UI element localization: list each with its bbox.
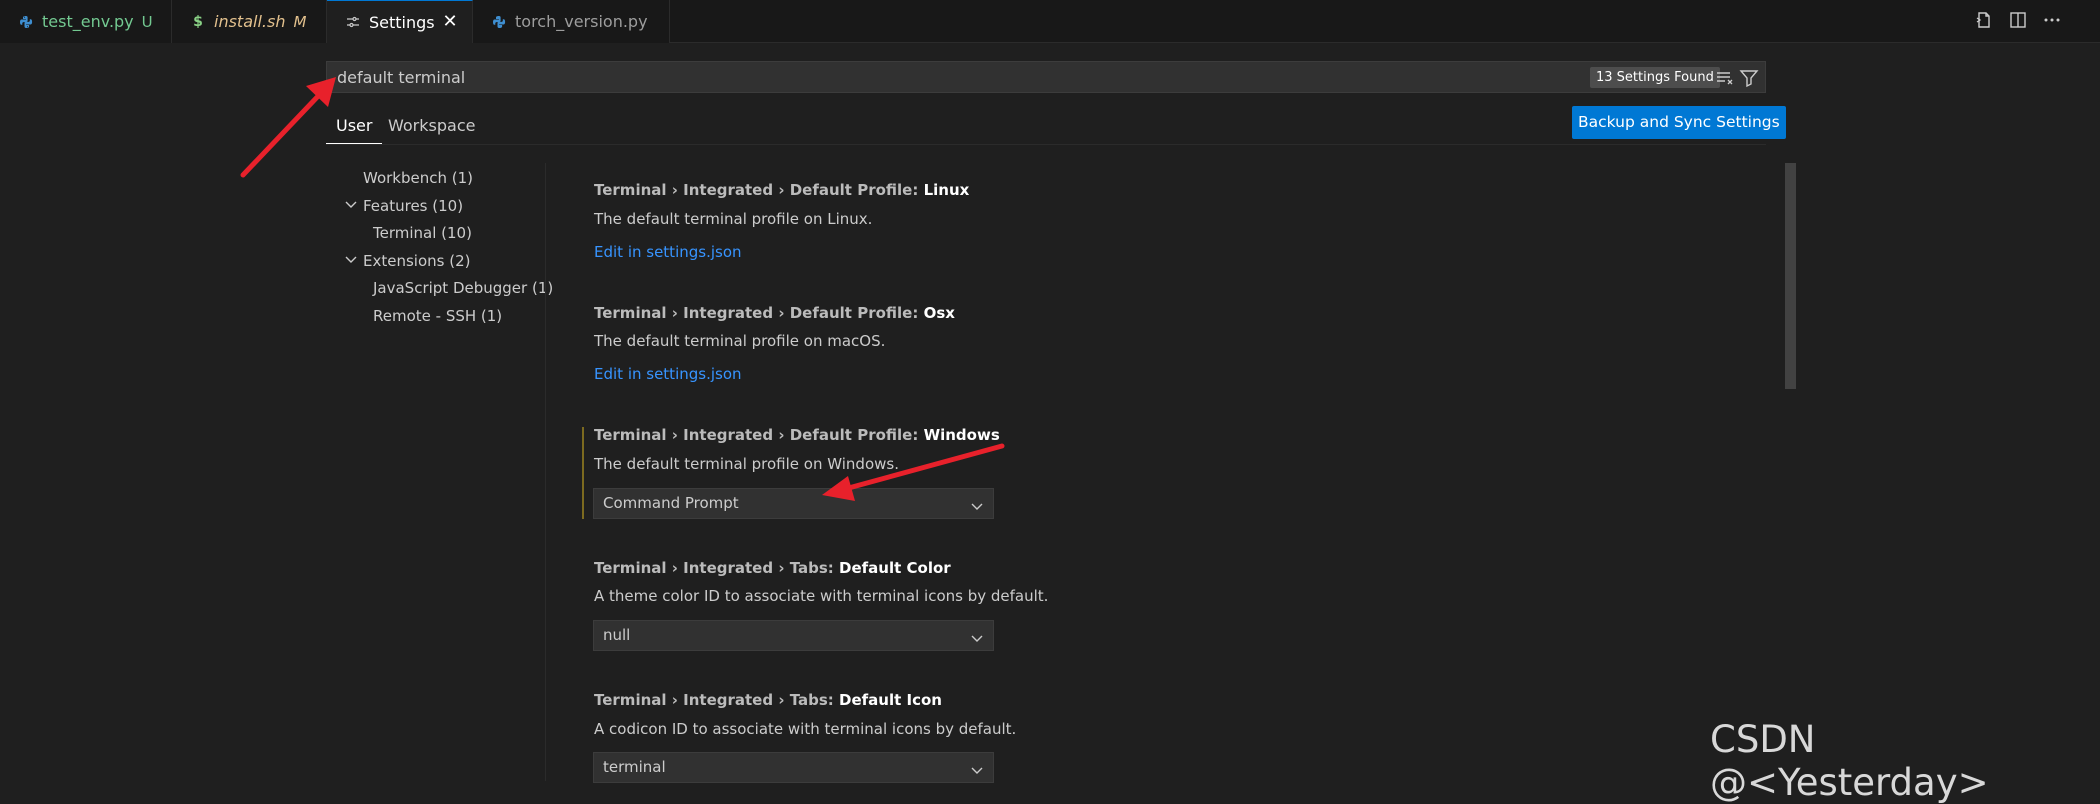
- chevron-down-icon: [969, 496, 985, 512]
- filter-icon[interactable]: [1739, 68, 1759, 88]
- modified-badge: M: [293, 12, 307, 31]
- setting-title: Terminal › Integrated › Tabs: Default Co…: [594, 559, 951, 577]
- toc-item-extensions[interactable]: Extensions (2): [363, 250, 470, 272]
- setting-category: Terminal › Integrated › Default Profile:: [594, 426, 924, 444]
- tab-install-sh[interactable]: $ install.sh M: [172, 0, 327, 43]
- settings-search-input[interactable]: [335, 62, 1535, 92]
- setting-title: Terminal › Integrated › Default Profile:…: [594, 426, 1000, 444]
- setting-description: A theme color ID to associate with termi…: [594, 587, 1049, 605]
- setting-category: Terminal › Integrated › Tabs:: [594, 559, 840, 577]
- select-value: Command Prompt: [603, 494, 739, 512]
- setting-key: Default Icon: [839, 691, 942, 709]
- default-profile-windows-select[interactable]: Command Prompt: [593, 488, 994, 519]
- clear-filter-icon[interactable]: [1715, 68, 1735, 88]
- setting-description: The default terminal profile on macOS.: [594, 332, 886, 350]
- setting-key: Osx: [923, 304, 955, 322]
- toc-item-terminal[interactable]: Terminal (10): [373, 222, 472, 244]
- split-editor-icon[interactable]: [2008, 10, 2028, 30]
- toc-item-javascript-debugger[interactable]: JavaScript Debugger (1): [373, 277, 553, 299]
- edit-in-settings-json-link[interactable]: Edit in settings.json: [594, 365, 742, 383]
- setting-title: Terminal › Integrated › Default Profile:…: [594, 304, 955, 322]
- tab-label: Settings: [369, 12, 435, 32]
- toc-item-workbench[interactable]: Workbench (1): [363, 167, 473, 189]
- scrollbar-thumb[interactable]: [1785, 163, 1796, 389]
- select-value: null: [603, 626, 631, 644]
- toc-divider: [545, 163, 546, 781]
- chevron-down-icon: [969, 628, 985, 644]
- editor-tab-bar: test_env.py U $ install.sh M Settings ✕ …: [0, 0, 2100, 43]
- scope-divider: [326, 144, 1766, 145]
- settings-icon: [345, 14, 361, 30]
- setting-key: Windows: [923, 426, 1000, 444]
- chevron-down-icon[interactable]: [343, 197, 359, 213]
- untracked-badge: U: [141, 12, 153, 31]
- more-actions-icon[interactable]: [2042, 10, 2062, 30]
- toc-item-features[interactable]: Features (10): [363, 195, 463, 217]
- tab-label: torch_version.py: [515, 12, 648, 31]
- editor-actions: [1974, 10, 2062, 30]
- chevron-down-icon[interactable]: [343, 252, 359, 268]
- tab-label: install.sh: [214, 12, 286, 31]
- setting-description: The default terminal profile on Windows.: [594, 455, 899, 473]
- tab-label: test_env.py: [42, 12, 134, 31]
- default-icon-select[interactable]: terminal: [593, 752, 994, 783]
- open-settings-json-icon[interactable]: [1974, 10, 1994, 30]
- toc-item-remote-ssh[interactable]: Remote - SSH (1): [373, 305, 502, 327]
- setting-category: Terminal › Integrated › Default Profile:: [594, 181, 924, 199]
- setting-key: Linux: [923, 181, 970, 199]
- modified-indicator: [582, 427, 584, 519]
- tab-settings[interactable]: Settings ✕: [327, 0, 473, 43]
- python-icon: [491, 14, 507, 30]
- backup-and-sync-button[interactable]: Backup and Sync Settings: [1572, 106, 1786, 139]
- setting-description: The default terminal profile on Linux.: [594, 210, 873, 228]
- annotation-arrow-search: [240, 77, 336, 178]
- setting-category: Terminal › Integrated › Tabs:: [594, 691, 840, 709]
- tab-torch-version-py[interactable]: torch_version.py: [473, 0, 670, 43]
- select-value: terminal: [603, 758, 666, 776]
- tab-workspace[interactable]: Workspace: [388, 116, 475, 144]
- setting-category: Terminal › Integrated › Default Profile:: [594, 304, 924, 322]
- edit-in-settings-json-link[interactable]: Edit in settings.json: [594, 243, 742, 261]
- chevron-down-icon: [969, 760, 985, 776]
- setting-key: Default Color: [839, 559, 951, 577]
- default-color-select[interactable]: null: [593, 620, 994, 651]
- python-icon: [18, 14, 34, 30]
- tab-user[interactable]: User: [326, 116, 383, 144]
- close-icon[interactable]: ✕: [440, 12, 460, 32]
- dollar-icon: $: [193, 13, 203, 30]
- setting-title: Terminal › Integrated › Tabs: Default Ic…: [594, 691, 942, 709]
- settings-found-count: 13 Settings Found: [1590, 67, 1720, 88]
- tab-test-env-py[interactable]: test_env.py U: [0, 0, 172, 43]
- setting-description: A codicon ID to associate with terminal …: [594, 720, 1017, 738]
- settings-search-box: 13 Settings Found: [326, 61, 1766, 93]
- csdn-watermark: CSDN @<Yesterday>: [1710, 718, 1989, 804]
- setting-title: Terminal › Integrated › Default Profile:…: [594, 181, 969, 199]
